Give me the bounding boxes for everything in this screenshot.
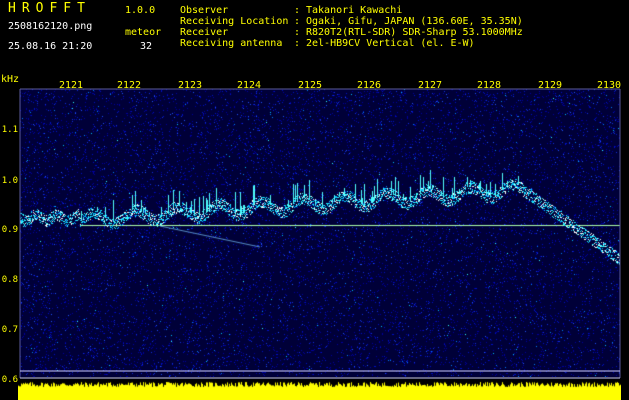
overlay-lines [19, 88, 621, 379]
level-strip [18, 381, 621, 400]
hrofft-window: HROFFT 1.0.0 2508162120.png meteor 25.08… [0, 0, 629, 400]
